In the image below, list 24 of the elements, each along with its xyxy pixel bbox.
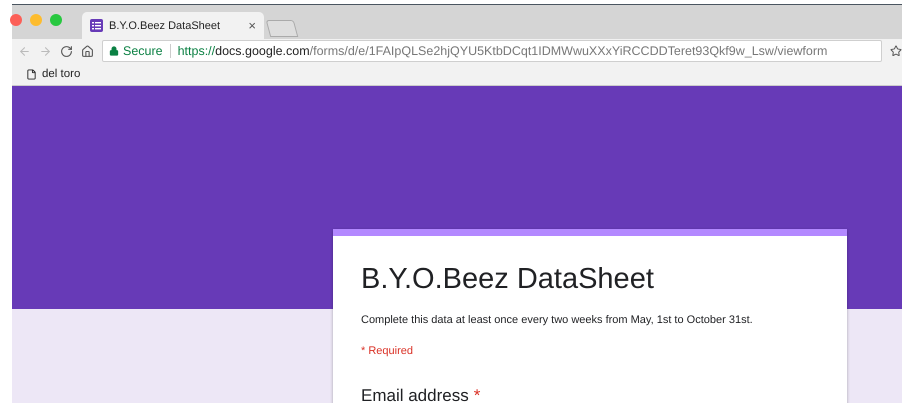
url-text: https://docs.google.com/forms/d/e/1FAIpQLSe2hjQYU5KtbDCqt1IDMWwuXXxYiRCCDDTeret93Qkf9w_Lsw/viewform [178,44,828,58]
forward-icon[interactable] [39,44,52,58]
lock-icon [109,46,119,56]
tab-title: B.Y.O.Beez DataSheet [109,20,222,32]
address-bar[interactable]: Secure https://docs.google.com/forms/d/e/1FAIpQLSe2hjQYU5KtbDCqt1IDMWwuXXxYiRCCDDTeret93Qkf9w_Lsw/viewform [102,40,882,62]
bookmark-link[interactable]: del toro [42,68,80,80]
home-icon[interactable] [81,44,94,58]
browser-tab[interactable]: B.Y.O.Beez DataSheet × [82,12,264,39]
required-note: * Required [361,345,414,357]
zoom-window-button[interactable] [50,14,62,26]
star-icon[interactable] [890,45,902,57]
form-icon [90,19,103,32]
back-icon[interactable] [18,44,31,58]
close-window-button[interactable] [10,14,22,26]
new-tab-button[interactable] [266,20,298,37]
page-icon [26,68,37,80]
required-mark: * [474,386,480,403]
form-title: B.Y.O.Beez DataSheet [361,263,655,296]
question-label: Email address [361,386,469,403]
close-tab-button[interactable]: × [248,18,256,33]
secure-label: Secure [123,44,163,58]
form-description: Complete this data at least once every two weeks from May, 1st to October 31st. [361,314,754,326]
reload-icon[interactable] [60,44,73,58]
minimize-window-button[interactable] [30,14,42,26]
